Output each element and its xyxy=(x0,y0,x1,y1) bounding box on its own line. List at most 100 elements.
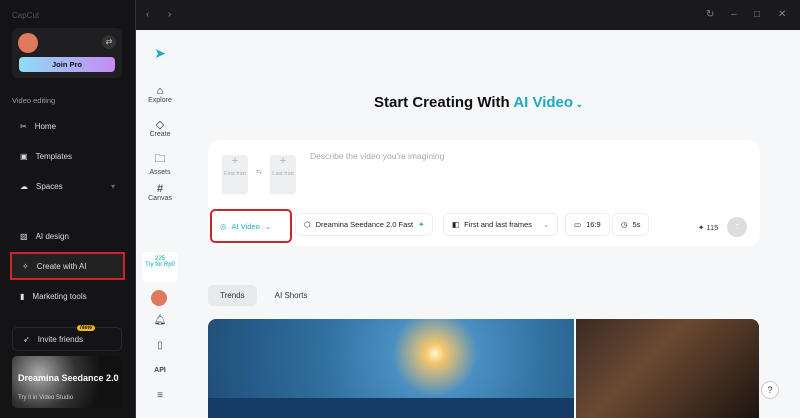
invite-friends-button[interactable]: ➶ Invite friends New xyxy=(12,325,122,351)
sea xyxy=(208,398,574,418)
sidebar-item-create-with-ai[interactable]: ✧ Create with AI xyxy=(10,252,125,280)
profile-card: ⇄ Join Pro xyxy=(12,28,122,78)
sidebar-item-marketing-tools[interactable]: ▮ Marketing tools xyxy=(10,282,125,310)
rail-create[interactable]: ◇ Create xyxy=(136,118,184,138)
capcut-logo: CapCut xyxy=(12,11,40,20)
promo-banner[interactable]: Dreamina Seedance 2.0 Try it in Video St… xyxy=(12,356,122,408)
bell-icon[interactable]: 🔔︎ xyxy=(136,315,184,326)
forward-icon[interactable]: › xyxy=(168,9,171,20)
swap-frames-icon[interactable]: ⇆ xyxy=(256,168,262,176)
dreamina-logo-icon: ➤ xyxy=(154,45,166,61)
label: AI design xyxy=(35,231,69,241)
sidebar-item-home[interactable]: ✂ Home xyxy=(10,112,125,140)
first-frame-upload[interactable]: + First fran xyxy=(222,155,248,194)
cube-icon: ⬡ xyxy=(304,220,311,229)
credits-widget[interactable]: 225 Try for Rp0 xyxy=(142,252,178,282)
trend-thumbnail[interactable] xyxy=(208,319,574,418)
join-pro-button[interactable]: Join Pro xyxy=(19,57,115,72)
rail-assets[interactable]: 🗀 Assets xyxy=(136,150,184,176)
promo-title: Dreamina Seedance 2.0 xyxy=(18,373,119,383)
home-icon: ⌂ xyxy=(156,85,164,97)
templates-icon: ▣ xyxy=(20,151,28,161)
menu-icon[interactable]: ≡ xyxy=(136,390,184,401)
duration-button[interactable]: ◷ 5s xyxy=(612,213,650,236)
frames-icon: ◧ xyxy=(452,220,460,229)
device-icon[interactable]: ▯ xyxy=(136,340,184,351)
sidebar: CapCut ⇄ Join Pro Video editing ✂ Home ▣ T… xyxy=(0,0,135,418)
label: Marketing tools xyxy=(32,291,87,301)
tab-trends[interactable]: Trends xyxy=(208,285,257,306)
api-link[interactable]: API xyxy=(136,367,184,374)
sparkle-icon: ✦ xyxy=(418,220,425,229)
sidebar-item-templates[interactable]: ▣ Templates xyxy=(10,142,125,170)
label: First and last frames xyxy=(464,220,533,229)
tab-ai-shorts[interactable]: AI Shorts xyxy=(263,285,320,306)
label: AI Video xyxy=(231,221,260,231)
title-text: Start Creating With xyxy=(374,94,510,111)
label: 16:9 xyxy=(586,220,601,229)
title-bar: ‹ › ↻ – □ ✕ xyxy=(136,0,800,30)
ratio-icon: ▭ xyxy=(574,220,582,229)
avatar[interactable] xyxy=(18,33,38,53)
aspect-ratio-button[interactable]: ▭ 16:9 xyxy=(565,213,610,236)
label: Templates xyxy=(35,151,73,161)
send-icon: ➶ xyxy=(23,334,30,344)
chevron-down-icon[interactable]: ⌄ xyxy=(573,99,584,109)
send-button[interactable]: ↑ xyxy=(727,217,747,237)
trend-thumbnail[interactable] xyxy=(576,319,759,418)
user-avatar[interactable] xyxy=(151,290,167,306)
crop-icon: # xyxy=(156,183,164,195)
chevron-down-icon: ⌄ xyxy=(264,221,272,231)
label: Spaces xyxy=(36,181,63,191)
model-selector[interactable]: ⬡ Dreamina Seedance 2.0 Fast ✦ xyxy=(295,213,434,236)
prompt-input[interactable]: Describe the video you're imagining xyxy=(310,151,444,161)
cost-label: ✦ 115 xyxy=(698,223,719,232)
label: Create xyxy=(149,131,171,138)
chevron-down-icon: ⌄ xyxy=(543,220,550,229)
rail-explore[interactable]: ⌂ Explore xyxy=(136,85,184,104)
label: Assets xyxy=(149,169,171,176)
label: Create with AI xyxy=(36,261,87,271)
promo-subtitle: Try it in Video Studio xyxy=(18,395,74,401)
phone-icon: ▮ xyxy=(20,291,25,301)
diamond-icon: ◇ xyxy=(155,119,165,131)
mode-dropdown[interactable]: ◎ AI Video ⌄ xyxy=(210,209,292,243)
new-badge: New xyxy=(77,325,96,331)
label: Dreamina Seedance 2.0 Fast xyxy=(315,220,414,229)
content-tabs: Trends AI Shorts xyxy=(208,285,320,306)
label: Canvas xyxy=(148,195,172,202)
main-area: ‹ › ↻ – □ ✕ ➤ ⌂ Explore ◇ Create 🗀 Assets #… xyxy=(135,0,800,418)
folder-icon: 🗀 xyxy=(154,153,166,165)
label: Home xyxy=(34,121,57,131)
minimize-icon[interactable]: – xyxy=(731,9,737,20)
try-label: Try for Rp0 xyxy=(145,262,175,268)
ai-video-icon: ◎ xyxy=(220,221,227,231)
label: First fran xyxy=(224,171,246,177)
chevron-down-icon[interactable]: ▾ xyxy=(111,182,115,191)
help-icon[interactable]: ? xyxy=(761,381,779,399)
refresh-icon[interactable]: ↻ xyxy=(706,9,714,20)
rail-canvas[interactable]: # Canvas xyxy=(136,183,184,202)
section-label: Video editing xyxy=(12,96,56,105)
sidebar-item-ai-design[interactable]: ▨ AI design xyxy=(10,222,125,250)
ai-design-icon: ▨ xyxy=(20,231,28,241)
sidebar-item-spaces[interactable]: ☁ Spaces ▾ xyxy=(10,172,125,200)
scissors-icon: ✂ xyxy=(20,121,27,131)
last-frame-upload[interactable]: + Last fran xyxy=(270,155,296,194)
frames-dropdown[interactable]: ◧ First and last frames ⌄ xyxy=(443,213,559,236)
maximize-icon[interactable]: □ xyxy=(754,9,760,20)
icon-rail: ➤ ⌂ Explore ◇ Create 🗀 Assets # Canvas 225 Tr… xyxy=(136,30,184,418)
clock-icon: ◷ xyxy=(621,220,628,229)
title-accent-dropdown[interactable]: AI Video xyxy=(513,94,573,111)
cost-value: 115 xyxy=(706,223,719,232)
close-icon[interactable]: ✕ xyxy=(778,9,786,20)
cloud-icon: ☁ xyxy=(20,181,28,191)
prompt-card: + First fran ⇆ + Last fran Describe the vi… xyxy=(208,140,760,246)
back-icon[interactable]: ‹ xyxy=(146,9,149,20)
sparkle-icon: ✧ xyxy=(22,261,29,271)
label: 5s xyxy=(632,220,641,229)
label: Explore xyxy=(148,97,172,104)
label: Invite friends xyxy=(37,334,84,344)
label: Last fran xyxy=(272,171,294,177)
switch-account-icon[interactable]: ⇄ xyxy=(102,35,116,49)
